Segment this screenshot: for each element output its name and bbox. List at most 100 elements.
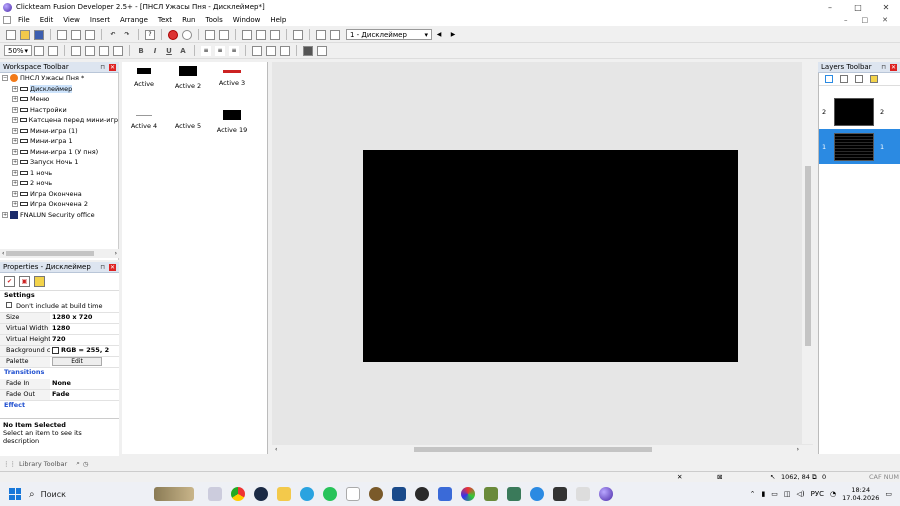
border-icon[interactable] (317, 45, 327, 56)
pin-icon[interactable]: ⊓ (100, 64, 105, 71)
tree-frame-item[interactable]: + 1 ночь (0, 168, 118, 179)
status-close-icon[interactable]: ✕ (677, 473, 682, 481)
frame-editor-icon[interactable] (219, 29, 229, 40)
expand-icon[interactable]: + (12, 180, 18, 187)
app-icon-4[interactable] (461, 487, 475, 501)
menu-run[interactable]: Run (177, 16, 200, 24)
tree-frame-item[interactable]: + Мини-игра 1 (У пня) (0, 147, 118, 158)
data-elements-icon[interactable] (270, 29, 280, 40)
app-icon-1[interactable] (369, 487, 383, 501)
app-icon-3[interactable] (415, 487, 429, 501)
menu-view[interactable]: View (58, 16, 85, 24)
add-layer-icon[interactable] (825, 75, 833, 83)
search-icon[interactable]: ⌕ (76, 459, 80, 468)
palette-edit-button[interactable]: Edit (52, 357, 102, 366)
scrollbar-thumb[interactable] (414, 447, 653, 452)
new-file-icon[interactable] (6, 29, 16, 40)
frame-area[interactable] (363, 150, 738, 362)
minimize-button[interactable]: – (816, 0, 844, 14)
run-application-icon[interactable] (168, 29, 178, 40)
runtime-tab-icon[interactable]: ▣ (19, 276, 30, 287)
taskbar-clock[interactable]: 18:24 17.04.2026 (842, 486, 879, 502)
volume-icon[interactable]: ◁) (797, 490, 805, 498)
text-color-icon[interactable]: A (178, 47, 188, 55)
app-icon-5[interactable] (507, 487, 521, 501)
app-icon-6[interactable] (530, 487, 544, 501)
color-swatch[interactable] (52, 346, 59, 354)
pin-icon[interactable]: ⊓ (881, 64, 886, 71)
telegram-icon[interactable] (300, 487, 314, 501)
properties-icon[interactable] (99, 45, 109, 56)
virtual-height-row[interactable]: Virtual Height 720 (0, 335, 119, 346)
expand-icon[interactable]: + (12, 190, 18, 197)
expand-icon[interactable]: + (2, 211, 8, 218)
event-grid-icon[interactable] (316, 29, 326, 40)
virtual-width-row[interactable]: Virtual Width 1280 (0, 324, 119, 335)
expand-icon[interactable]: + (12, 138, 18, 145)
menu-file[interactable]: File (13, 16, 35, 24)
close-icon[interactable]: ✕ (890, 63, 897, 71)
taskbar-search[interactable]: ⌕ Поиск (29, 485, 149, 503)
minecraft-icon[interactable] (484, 487, 498, 501)
file-explorer-icon[interactable] (277, 487, 291, 501)
scroll-right-icon[interactable]: › (797, 446, 813, 453)
calculator-icon[interactable] (438, 487, 452, 501)
battery-icon[interactable]: ▭ (771, 490, 778, 498)
chrome-icon[interactable] (231, 487, 245, 501)
collapse-icon[interactable]: − (2, 75, 8, 82)
expand-icon[interactable]: + (12, 106, 18, 113)
grid-icon[interactable] (34, 45, 44, 56)
notifications-icon[interactable]: ▭ (885, 490, 892, 498)
fade-in-row[interactable]: Fade In None (0, 379, 119, 390)
menu-text[interactable]: Text (153, 16, 177, 24)
app-icon-8[interactable] (576, 487, 590, 501)
close-icon[interactable]: ✕ (109, 263, 116, 271)
about-tab-icon[interactable] (34, 276, 45, 287)
align-right-icon[interactable]: ≡ (229, 45, 239, 56)
menu-arrange[interactable]: Arrange (115, 16, 153, 24)
expand-icon[interactable]: + (12, 201, 18, 208)
undo-icon[interactable]: ↶ (108, 30, 118, 40)
layer-view-icon[interactable] (85, 45, 95, 56)
tree-frame-item[interactable]: + Мини-игра (1) (0, 126, 118, 137)
fill-icon[interactable] (303, 45, 313, 56)
clickteam-fusion-icon[interactable] (599, 487, 613, 501)
tree-frame-item[interactable]: + Мини-игра 1 (0, 136, 118, 147)
expand-icon[interactable]: + (12, 159, 18, 166)
library-toolbar-tab[interactable]: ⋮⋮ Library Toolbar ⌕ ◷ (0, 457, 119, 470)
event-list-icon[interactable] (256, 29, 266, 40)
layer-properties-icon[interactable] (855, 75, 863, 83)
menu-insert[interactable]: Insert (85, 16, 115, 24)
expand-icon[interactable]: + (12, 96, 18, 103)
menu-window[interactable]: Window (228, 16, 266, 24)
news-widget-icon[interactable] (153, 487, 194, 501)
language-indicator[interactable]: РУС (811, 490, 824, 498)
background-color-row[interactable]: Background co RGB = 255, 2 (0, 346, 119, 357)
tree-frame-item[interactable]: + Дисклеймер (0, 84, 118, 95)
editor-vertical-scrollbar[interactable] (802, 62, 813, 444)
align-left-icon[interactable]: ≡ (201, 45, 211, 56)
child-close-button[interactable]: ✕ (882, 16, 888, 24)
expand-icon[interactable]: + (12, 169, 18, 176)
tree-frame-item[interactable]: + Игра Окончена 2 (0, 199, 118, 210)
microphone-icon[interactable]: ▮ (761, 490, 765, 498)
child-restore-button[interactable]: □ (862, 16, 869, 24)
menu-edit[interactable]: Edit (35, 16, 59, 24)
bold-icon[interactable]: B (136, 47, 146, 55)
open-folder-icon[interactable] (20, 29, 30, 40)
expand-icon[interactable]: + (12, 127, 18, 134)
scroll-left-icon[interactable]: ‹ (272, 446, 280, 453)
copy-icon[interactable] (71, 29, 81, 40)
underline-icon[interactable]: U (164, 47, 174, 55)
task-view-icon[interactable] (208, 487, 222, 501)
layer-row-selected[interactable]: 1 1 (819, 129, 900, 164)
expand-icon[interactable]: + (12, 117, 18, 124)
steam-icon[interactable] (254, 487, 268, 501)
tree-frame-item[interactable]: + Игра Окончена (0, 189, 118, 200)
outline-icon[interactable] (330, 29, 340, 40)
next-frame-icon[interactable]: ▶ (448, 30, 458, 40)
notepad-icon[interactable] (346, 487, 360, 501)
close-button[interactable]: ✕ (872, 0, 900, 14)
object-item[interactable]: Active 19 (210, 110, 254, 134)
zoom-selector[interactable]: 50% ▾ (4, 45, 32, 56)
